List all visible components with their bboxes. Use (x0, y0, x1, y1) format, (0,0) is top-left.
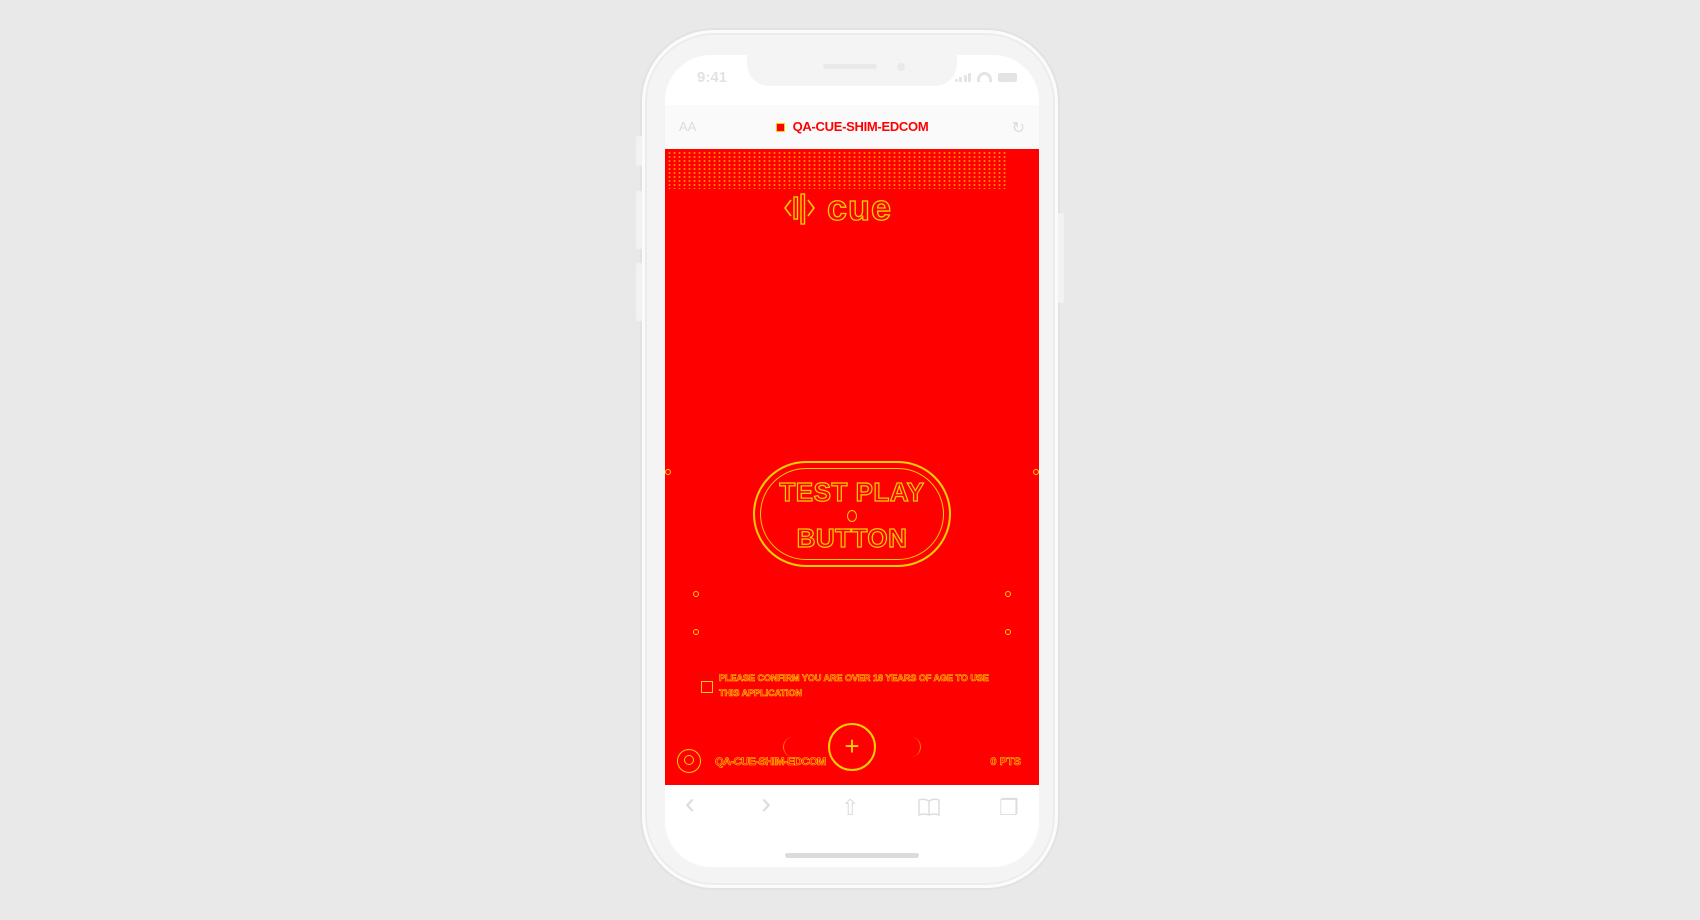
front-camera (897, 63, 905, 71)
decor-dot (693, 629, 699, 635)
header-texture (667, 151, 1007, 189)
volume-up-button (636, 191, 642, 249)
decor-dot (1033, 469, 1039, 475)
age-consent-text: PLEASE CONFIRM YOU ARE OVER 18 YEARS OF … (719, 673, 989, 699)
age-consent-checkbox[interactable] (701, 681, 713, 693)
bookmarks-icon[interactable] (917, 797, 941, 821)
battery-icon (998, 72, 1017, 82)
share-icon[interactable]: ⇧ (841, 797, 859, 819)
home-indicator (785, 853, 919, 858)
reload-icon[interactable]: ↻ (1012, 118, 1025, 138)
profile-avatar-icon[interactable] (677, 749, 701, 773)
cellular-signal-icon (954, 72, 971, 82)
waveform-icon (784, 193, 815, 225)
decor-dot (1005, 591, 1011, 597)
play-button-label-line2: BUTTON (796, 522, 908, 553)
phone-frame: 9:41 AA QA-CUE-SHIM-EDCOM ↻ cue TEST PLA… (636, 30, 1064, 888)
decor-dot (693, 591, 699, 597)
url-display[interactable]: QA-CUE-SHIM-EDCOM (665, 119, 1039, 134)
decor-dot (1005, 629, 1011, 635)
play-button-label-line1: TEST PLAY (779, 476, 925, 507)
power-button (1058, 213, 1064, 303)
back-icon[interactable]: ‹ (685, 789, 695, 819)
browser-address-bar[interactable]: AA QA-CUE-SHIM-EDCOM ↻ (665, 105, 1039, 149)
volume-down-button (636, 263, 642, 321)
decor-dot (665, 469, 671, 475)
status-time: 9:41 (697, 69, 728, 86)
wifi-icon (977, 72, 992, 82)
bottom-code-text: QA-CUE-SHIM-EDCOM (715, 756, 827, 769)
test-play-button[interactable]: TEST PLAY BUTTON (753, 461, 951, 567)
age-consent: PLEASE CONFIRM YOU ARE OVER 18 YEARS OF … (701, 671, 1011, 701)
notch (747, 55, 957, 86)
bottom-count-text: 0 PTS (990, 756, 1021, 769)
status-icons (954, 72, 1017, 82)
lock-icon (775, 123, 785, 132)
logo-text: cue (826, 186, 893, 228)
forward-icon[interactable]: › (761, 789, 771, 819)
url-text: QA-CUE-SHIM-EDCOM (792, 119, 929, 134)
phone-screen: 9:41 AA QA-CUE-SHIM-EDCOM ↻ cue TEST PLA… (665, 55, 1039, 867)
add-button[interactable]: + (828, 723, 876, 771)
web-content: cue TEST PLAY BUTTON PLEASE CONFIRM YOU … (665, 149, 1039, 785)
mute-switch (636, 136, 642, 166)
cue-logo: cue (783, 186, 893, 229)
speaker-grille (823, 64, 877, 69)
tabs-icon[interactable]: ❐ (999, 797, 1019, 819)
browser-toolbar: ‹ › ⇧ ❐ (665, 785, 1039, 835)
play-button-dot (847, 510, 857, 522)
